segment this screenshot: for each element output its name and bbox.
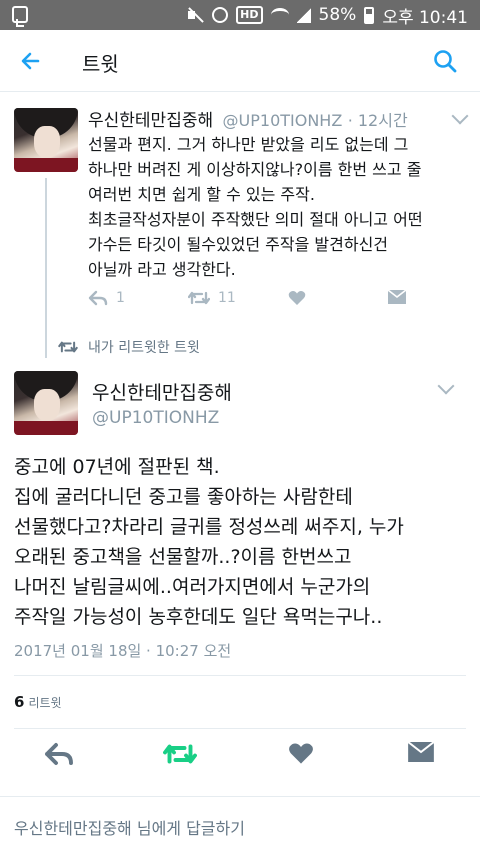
app-bar: 트윗: [0, 30, 480, 92]
retweet-label: 리트윗: [28, 696, 62, 710]
main-reply-button[interactable]: [44, 742, 74, 766]
parent-tweet-text[interactable]: 선물과 편지. 그거 하나만 받았을 리도 없는데 그 하나만 버려진 게 이상…: [88, 132, 468, 282]
wifi-icon: [270, 8, 289, 22]
chevron-down-icon[interactable]: [451, 107, 469, 125]
retweet-count: 11: [218, 290, 236, 306]
main-tweet-text[interactable]: 중고에 07년에 절판된 책. 집에 굴러다니던 중고를 좋아하는 사람한테 선…: [14, 452, 470, 632]
envelope-icon: [388, 290, 406, 304]
search-button[interactable]: [430, 46, 460, 76]
status-icons: HD 58% 오후 10:41: [186, 4, 468, 28]
author-name[interactable]: 우신한테만집중해: [88, 111, 213, 131]
reply-composer[interactable]: 우신한테만집중해 님에게 답글하기: [0, 796, 480, 853]
reply-placeholder: 우신한테만집중해 님에게 답글하기: [14, 819, 245, 838]
mute-icon: [186, 7, 204, 23]
divider: [14, 728, 466, 729]
thread-line: [45, 178, 47, 358]
heart-icon: [289, 743, 313, 764]
retweet-icon: [188, 291, 210, 305]
battery-percent: 58%: [318, 5, 357, 25]
status-bar: HD 58% 오후 10:41: [0, 0, 480, 30]
divider: [14, 675, 466, 676]
retweet-small-icon: [58, 341, 78, 353]
main-avatar[interactable]: [14, 371, 78, 435]
avatar[interactable]: [14, 108, 78, 172]
main-dm-button[interactable]: [408, 742, 434, 762]
main-author-name[interactable]: 우신한테만집중해: [92, 378, 232, 405]
envelope-icon: [408, 742, 434, 762]
like-button[interactable]: [288, 290, 306, 306]
dm-button[interactable]: [388, 290, 406, 304]
alarm-icon: [212, 7, 229, 23]
main-tweet-actions: [0, 740, 480, 776]
parent-tweet-header: 우신한테만집중해 @UP10TIONHZ · 12시간: [88, 106, 408, 131]
retweet-button[interactable]: 11: [188, 290, 236, 306]
reply-count: 1: [116, 290, 125, 306]
main-retweet-button[interactable]: [163, 742, 197, 766]
hd-icon: HD: [236, 6, 263, 24]
notification-icon: [12, 6, 28, 27]
heart-icon: [288, 291, 306, 305]
back-button[interactable]: [16, 46, 46, 76]
clock: 오후 10:41: [382, 7, 468, 28]
retweet-stats[interactable]: 6 리트윗: [14, 693, 62, 711]
signal-icon: [296, 7, 311, 23]
back-arrow-icon: [21, 52, 40, 70]
main-author-handle[interactable]: @UP10TIONHZ: [92, 408, 219, 428]
page-title: 트윗: [82, 52, 119, 76]
search-icon: [434, 50, 457, 73]
parent-tweet-actions: 1 11: [88, 290, 428, 314]
author-handle[interactable]: @UP10TIONHZ: [223, 111, 343, 130]
main-like-button[interactable]: [288, 742, 314, 765]
tweet-timestamp: 2017년 01월 18일 · 10:27 오전: [14, 642, 232, 660]
reply-icon: [88, 290, 108, 306]
retweet-active-icon: [163, 744, 197, 764]
reply-button[interactable]: 1: [88, 290, 125, 306]
retweet-total: 6: [14, 693, 25, 711]
reply-icon: [45, 743, 73, 765]
retweeted-by-note: 내가 리트윗한 트윗: [58, 337, 200, 357]
tweet-time: · 12시간: [347, 111, 408, 130]
main-chevron-down-icon[interactable]: [437, 377, 455, 395]
battery-icon: [364, 6, 375, 24]
